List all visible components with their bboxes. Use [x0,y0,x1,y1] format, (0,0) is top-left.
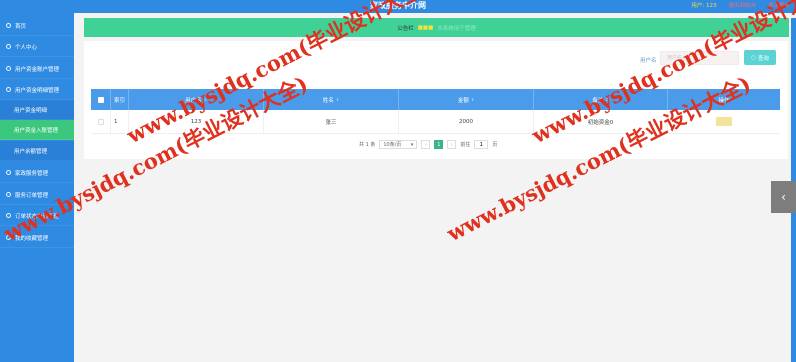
sidebar-item-label: 用户资金明细 [14,107,48,114]
search-button[interactable]: ○ 查询 [744,50,776,65]
row-select[interactable] [91,110,111,133]
search-icon: ○ [751,54,756,61]
sidebar-item-order-status[interactable]: 订单状态申请管理 [0,206,74,226]
sidebar-item-service[interactable]: 家政服务管理 [0,163,74,183]
pagination: 共 1 条 10条/页▾ ‹ 1 › 前往 页 [359,140,497,149]
sidebar: 首页 个人中心 用户资金账户管理 用户资金明细管理 用户资金明细 用户资金入账管… [0,13,74,362]
sidebar-item-fund-detail[interactable]: 用户资金明细管理 [0,80,74,100]
sidebar-item-label: 家政服务管理 [15,170,49,177]
column-header-username[interactable]: 用户名 ⇕ [129,89,264,110]
sidebar-item-fund-account[interactable]: 用户资金账户管理 [0,59,74,79]
sidebar-subitem-balance[interactable]: 用户余额管理 [0,141,74,161]
search-input[interactable] [660,51,739,65]
user-icon [6,44,11,49]
sidebar-item-label: 用户资金账户管理 [15,66,60,73]
logout-link[interactable]: 退出登录 [768,2,790,10]
star-icon [6,235,11,240]
sidebar-item-label: 个人中心 [15,44,38,51]
cell-remark: 初始资金0 [534,110,668,133]
search-button-label: 查询 [757,55,769,62]
sidebar-item-orders[interactable]: 服务订单管理 [0,185,74,205]
top-right-links: 用户: 123 退出到前台 退出登录 [691,2,790,10]
chevron-down-icon: ▾ [410,141,414,148]
user-info: 用户: 123 [691,3,717,9]
home-icon [6,23,11,28]
table-row: 1 123 张三 2000 初始资金0 [91,110,780,134]
sidebar-item-favorites[interactable]: 我的收藏管理 [0,228,74,248]
sidebar-item-profile[interactable]: 个人中心 [0,37,74,57]
column-header-amount[interactable]: 金额 ⇕ [399,89,534,110]
sidebar-item-label: 首页 [15,23,27,30]
pagination-total: 共 1 条 [359,142,376,148]
sort-icon: ⇕ [470,97,475,102]
goto-label: 前往 [460,142,471,148]
page-1-button[interactable]: 1 [434,140,444,149]
status-icon [6,213,11,218]
sidebar-item-label: 我的收藏管理 [15,235,49,242]
header-select-all[interactable] [91,89,111,110]
side-panel-toggle[interactable]: ‹ [771,181,796,213]
sidebar-item-home[interactable]: 首页 [0,16,74,36]
notice-dots: ■■■ [417,24,434,31]
prev-page-button[interactable]: ‹ [421,140,431,149]
sidebar-item-label: 订单状态申请管理 [15,213,60,220]
table-header: 索引 用户名 ⇕ 姓名 ⇕ 金额 ⇕ 备注 ⇕ 操作 [91,89,780,110]
notice-subtext: 本系统用于管理 [437,25,476,32]
cell-name: 张三 [264,110,399,133]
next-page-button[interactable]: › [447,140,457,149]
select-all-checkbox[interactable] [97,96,104,103]
sort-icon: ⇕ [203,97,207,102]
sort-icon: ⇕ [335,97,340,102]
cell-actions [668,110,780,133]
column-header-actions: 操作 [718,97,730,104]
back-to-front-link[interactable]: 退出到前台 [728,2,756,10]
list-icon [6,87,11,92]
page-size-select[interactable]: 10条/页 ▾ [379,140,418,149]
cell-amount: 2000 [399,110,534,133]
app-title: 家政服务中介网 [370,1,426,10]
column-header-remark[interactable]: 备注 ⇕ [534,89,668,110]
sidebar-subitem-fund-detail[interactable]: 用户资金明细 [0,100,74,120]
goto-page-input[interactable] [474,140,489,149]
sidebar-item-label: 用户余额管理 [14,148,48,155]
sidebar-item-label: 用户资金入账管理 [14,127,59,134]
sidebar-subitem-fund-income[interactable]: 用户资金入账管理 [0,120,74,140]
column-header-index: 索引 [111,89,129,110]
row-checkbox[interactable] [97,118,104,125]
wallet-icon [6,66,11,71]
order-icon [6,192,11,197]
chevron-left-icon: ‹ [781,190,786,204]
sidebar-item-label: 服务订单管理 [15,192,49,199]
service-icon [6,170,11,175]
detail-button[interactable] [716,117,732,126]
sort-icon: ⇕ [605,97,609,102]
cell-index: 1 [111,110,129,133]
cell-username: 123 [129,110,264,133]
notice-label: 公告栏 [397,25,414,32]
notice-bar: 公告栏 ■■■ 本系统用于管理 [84,18,789,37]
search-label: 用户名 [640,58,657,64]
column-header-name[interactable]: 姓名 ⇕ [264,89,399,110]
sidebar-item-label: 用户资金明细管理 [15,87,60,94]
page-unit-label: 页 [492,142,498,148]
